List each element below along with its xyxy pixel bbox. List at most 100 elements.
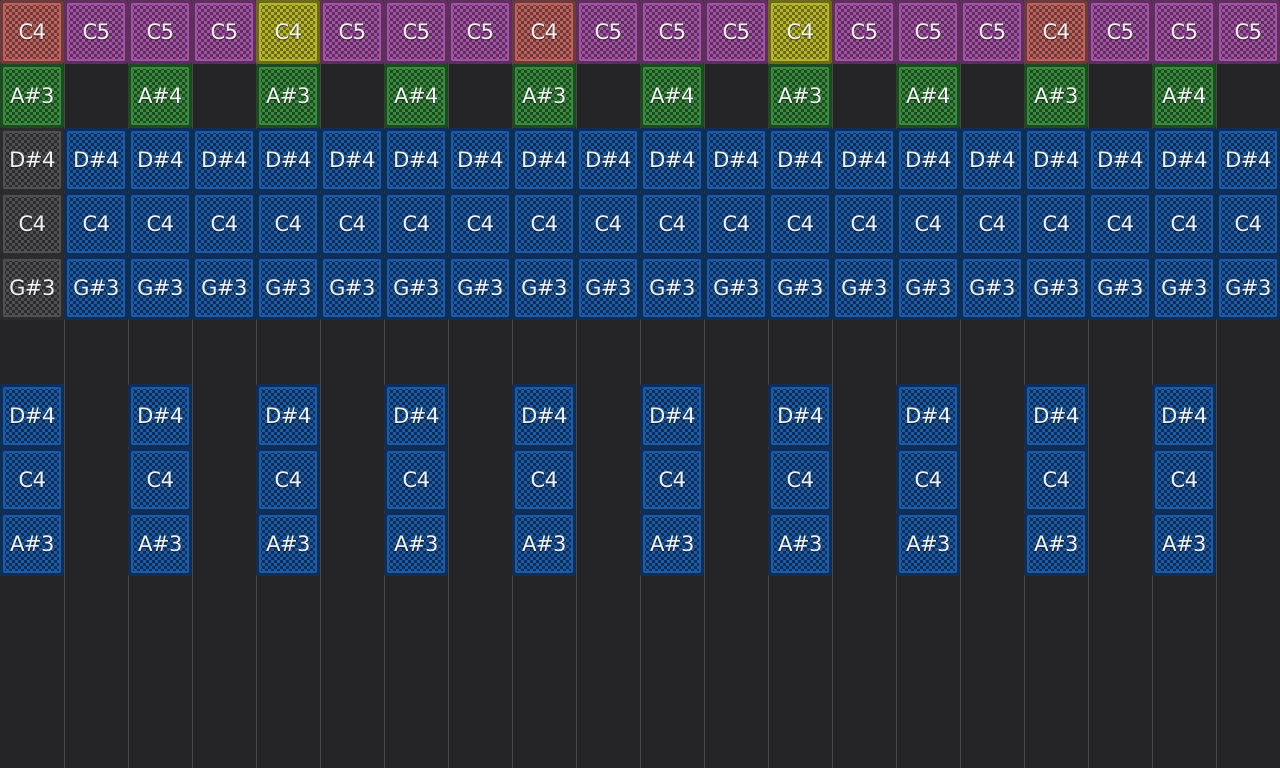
note-pad[interactable]: C5 [192, 0, 256, 64]
note-pad[interactable]: G#3 [768, 256, 832, 320]
note-pad[interactable]: A#3 [256, 64, 320, 128]
note-pad[interactable]: C4 [0, 448, 64, 512]
note-pad[interactable]: C4 [832, 192, 896, 256]
note-pad[interactable]: C4 [512, 192, 576, 256]
note-pad[interactable]: C4 [768, 192, 832, 256]
note-pad[interactable]: A#3 [896, 512, 960, 576]
note-pad[interactable]: D#4 [128, 384, 192, 448]
note-pad[interactable]: A#3 [1152, 512, 1216, 576]
note-pad[interactable]: D#4 [256, 384, 320, 448]
note-pad[interactable]: G#3 [384, 256, 448, 320]
note-pad[interactable]: D#4 [1216, 128, 1280, 192]
note-pad[interactable]: C4 [448, 192, 512, 256]
note-pad[interactable]: C4 [1152, 192, 1216, 256]
note-pad[interactable]: D#4 [1152, 128, 1216, 192]
note-pad[interactable]: G#3 [960, 256, 1024, 320]
note-pad[interactable]: A#3 [512, 64, 576, 128]
note-pad[interactable]: D#4 [448, 128, 512, 192]
note-pad[interactable]: C4 [960, 192, 1024, 256]
note-pad[interactable]: C4 [1024, 0, 1088, 64]
note-pad[interactable]: D#4 [1024, 384, 1088, 448]
note-pad[interactable]: C4 [256, 0, 320, 64]
note-pad[interactable]: D#4 [960, 128, 1024, 192]
note-pad[interactable]: A#4 [896, 64, 960, 128]
note-pad[interactable]: D#4 [896, 128, 960, 192]
note-pad[interactable]: D#4 [832, 128, 896, 192]
note-pad[interactable]: C5 [576, 0, 640, 64]
note-pad[interactable]: G#3 [1024, 256, 1088, 320]
note-pad[interactable]: C4 [640, 448, 704, 512]
note-pad[interactable]: C4 [704, 192, 768, 256]
note-pad[interactable]: C4 [256, 192, 320, 256]
note-pad[interactable]: D#4 [768, 384, 832, 448]
note-pad[interactable]: A#4 [128, 64, 192, 128]
note-pad[interactable]: D#4 [192, 128, 256, 192]
note-pad[interactable]: C4 [1024, 448, 1088, 512]
note-pad[interactable]: D#4 [768, 128, 832, 192]
note-pad[interactable]: A#3 [0, 64, 64, 128]
note-pad[interactable]: C5 [640, 0, 704, 64]
note-pad[interactable]: G#3 [512, 256, 576, 320]
note-pad[interactable]: D#4 [512, 128, 576, 192]
note-pad[interactable]: D#4 [0, 384, 64, 448]
note-pad[interactable]: A#3 [512, 512, 576, 576]
note-pad[interactable]: A#3 [0, 512, 64, 576]
note-pad[interactable]: G#3 [64, 256, 128, 320]
note-pad[interactable]: A#3 [768, 512, 832, 576]
note-pad[interactable]: A#3 [768, 64, 832, 128]
note-pad[interactable]: A#4 [384, 64, 448, 128]
note-pad[interactable]: C4 [1024, 192, 1088, 256]
note-pad[interactable]: A#3 [1024, 512, 1088, 576]
note-pad[interactable]: D#4 [1088, 128, 1152, 192]
note-pad[interactable]: D#4 [64, 128, 128, 192]
note-pad[interactable]: G#3 [576, 256, 640, 320]
note-pad[interactable]: C4 [1152, 448, 1216, 512]
note-pad[interactable]: C4 [1088, 192, 1152, 256]
note-pad[interactable]: D#4 [384, 384, 448, 448]
note-pad[interactable]: C5 [960, 0, 1024, 64]
note-pad[interactable]: D#4 [1024, 128, 1088, 192]
note-pad[interactable]: C4 [640, 192, 704, 256]
note-pad[interactable]: G#3 [1088, 256, 1152, 320]
note-pad[interactable]: D#4 [896, 384, 960, 448]
note-pad[interactable]: C4 [128, 192, 192, 256]
note-pad[interactable]: C5 [128, 0, 192, 64]
note-pad[interactable]: D#4 [0, 128, 64, 192]
note-pad[interactable]: G#3 [640, 256, 704, 320]
note-pad[interactable]: C5 [384, 0, 448, 64]
note-pad[interactable]: G#3 [0, 256, 64, 320]
note-pad[interactable]: A#3 [384, 512, 448, 576]
note-pad[interactable]: C4 [0, 192, 64, 256]
note-pad[interactable]: C4 [256, 448, 320, 512]
note-pad[interactable]: G#3 [896, 256, 960, 320]
note-pad[interactable]: G#3 [256, 256, 320, 320]
note-pad[interactable]: C5 [1088, 0, 1152, 64]
note-pad[interactable]: A#3 [256, 512, 320, 576]
note-pad[interactable]: C5 [1152, 0, 1216, 64]
note-pad[interactable]: C5 [704, 0, 768, 64]
note-pad[interactable]: G#3 [448, 256, 512, 320]
note-pad[interactable]: C4 [320, 192, 384, 256]
note-pad[interactable]: G#3 [192, 256, 256, 320]
note-pad[interactable]: D#4 [128, 128, 192, 192]
note-pad[interactable]: A#3 [1024, 64, 1088, 128]
note-pad[interactable]: C4 [192, 192, 256, 256]
note-pad[interactable]: G#3 [128, 256, 192, 320]
note-pad[interactable]: G#3 [320, 256, 384, 320]
note-pad[interactable]: C5 [1216, 0, 1280, 64]
note-pad[interactable]: C4 [512, 448, 576, 512]
note-pad[interactable]: C4 [576, 192, 640, 256]
note-pad[interactable]: A#3 [128, 512, 192, 576]
note-pad[interactable]: A#3 [640, 512, 704, 576]
note-pad[interactable]: C4 [64, 192, 128, 256]
note-pad[interactable]: D#4 [1152, 384, 1216, 448]
note-pad[interactable]: D#4 [640, 384, 704, 448]
note-pad[interactable]: C4 [0, 0, 64, 64]
note-pad[interactable]: C4 [512, 0, 576, 64]
note-pad[interactable]: A#4 [640, 64, 704, 128]
note-pad[interactable]: D#4 [384, 128, 448, 192]
note-pad[interactable]: C5 [64, 0, 128, 64]
note-pad[interactable]: G#3 [1216, 256, 1280, 320]
note-pad[interactable]: C4 [896, 192, 960, 256]
note-pad[interactable]: D#4 [320, 128, 384, 192]
